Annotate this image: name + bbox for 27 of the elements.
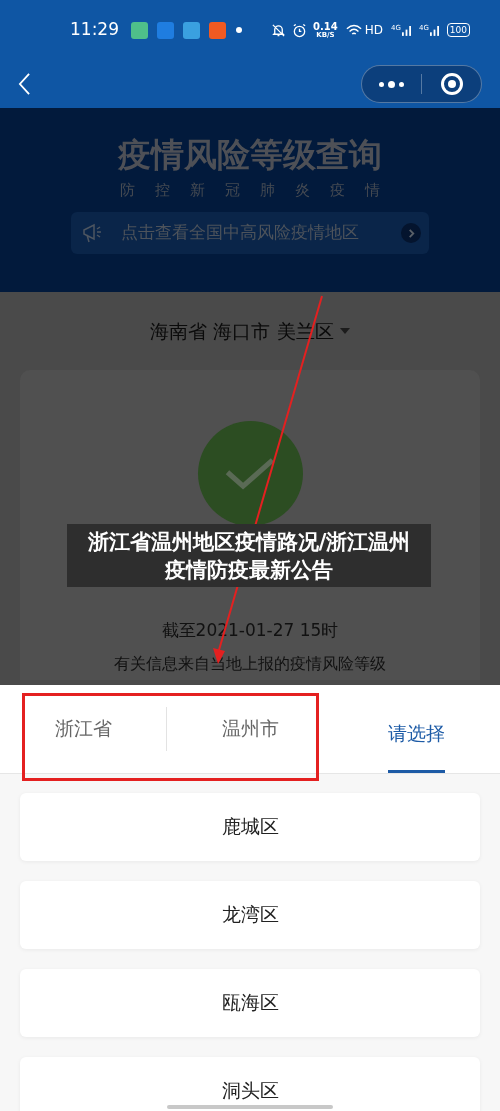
- region-tab[interactable]: 浙江省: [54, 713, 112, 744]
- app-icon: [209, 21, 226, 39]
- chevron-right-icon: [401, 223, 421, 243]
- hd-indicator: HD: [364, 22, 384, 39]
- wifi-icon: [345, 23, 362, 37]
- region-option[interactable]: 龙湾区: [20, 880, 480, 949]
- region-tab[interactable]: 请选择: [388, 689, 446, 773]
- page-subtitle: 防控新冠肺炎疫情: [120, 183, 400, 198]
- bell-muted-icon: [271, 22, 287, 38]
- region-option[interactable]: 瓯海区: [20, 968, 480, 1037]
- status-time: 11:29: [70, 18, 119, 42]
- close-button[interactable]: [440, 73, 463, 95]
- notice-text: 点击查看全国中高风险疫情地区: [121, 221, 359, 244]
- caption-overlay: 浙江省温州地区疫情路况/浙江温州疫情防疫最新公告: [67, 524, 431, 587]
- region-option[interactable]: 鹿城区: [20, 792, 480, 861]
- battery-level: 100: [446, 23, 470, 37]
- signal-icon: [401, 24, 411, 36]
- back-icon[interactable]: [18, 73, 31, 95]
- alarm-clock-icon: [292, 22, 308, 38]
- network-speed: 0.14: [313, 21, 338, 32]
- app-icon: [131, 21, 148, 39]
- region-option[interactable]: 洞头区: [20, 1056, 480, 1111]
- app-icon: [157, 21, 174, 39]
- region-tab[interactable]: 温州市: [222, 713, 279, 744]
- app-icon: [183, 21, 200, 39]
- signal-icon: [429, 24, 439, 36]
- page-title: 疫情风险等级查询: [118, 138, 382, 171]
